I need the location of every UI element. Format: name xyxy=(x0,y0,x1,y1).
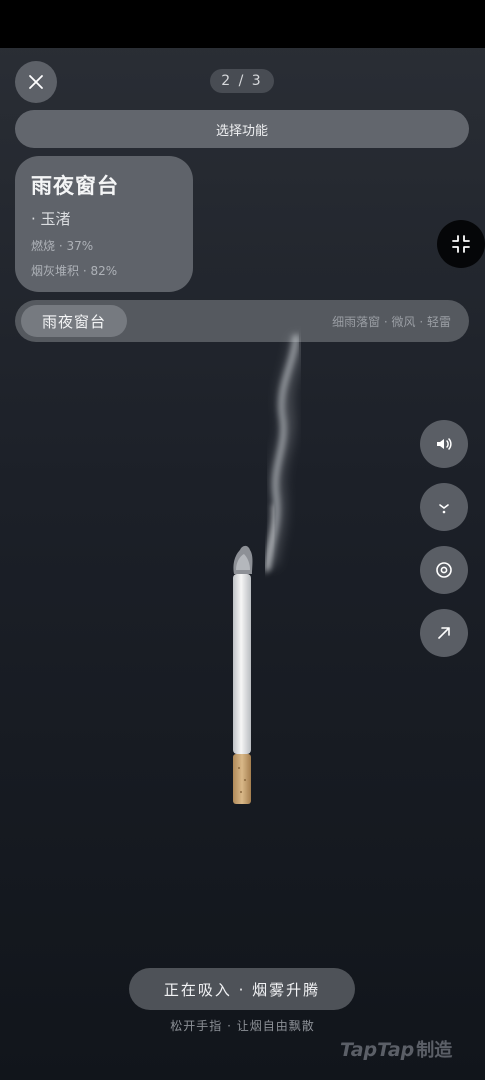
watermark-suffix: 制造 xyxy=(416,1040,453,1061)
select-function-button[interactable]: 选择功能 xyxy=(15,110,469,148)
scene-tags: 细雨落窗 · 微风 · 轻雷 xyxy=(332,315,451,329)
close-button[interactable] xyxy=(15,61,57,103)
release-hint: 松开手指 · 让烟自由飘散 xyxy=(170,1019,315,1033)
share-button[interactable] xyxy=(420,609,468,657)
taptap-watermark: TapTap 制造 xyxy=(340,1036,452,1062)
inhale-status[interactable]: 正在吸入 · 烟雾升腾 xyxy=(129,968,355,1010)
page-indicator: 2 / 3 xyxy=(210,69,274,93)
sound-button[interactable] xyxy=(420,420,468,468)
burn-stat: 燃烧 · 37% xyxy=(31,239,94,253)
ash-stat: 烟灰堆积 · 82% xyxy=(31,264,118,278)
scene-info-card: 雨夜窗台 · 玉渚 燃烧 · 37% 烟灰堆积 · 82% xyxy=(15,156,193,292)
collapse-icon xyxy=(451,234,471,254)
close-icon xyxy=(28,74,44,90)
ash-icon xyxy=(434,497,454,517)
speaker-icon xyxy=(434,434,454,454)
status-bar xyxy=(0,0,485,48)
target-icon xyxy=(434,560,454,580)
scene-selected-pill[interactable]: 雨夜窗台 xyxy=(21,305,127,337)
target-button[interactable] xyxy=(420,546,468,594)
collapse-button[interactable] xyxy=(437,220,485,268)
cigarette-illustration xyxy=(233,545,253,804)
ash-button[interactable] xyxy=(420,483,468,531)
watermark-brand: TapTap xyxy=(340,1039,415,1061)
brand-name: · 玉渚 xyxy=(31,210,71,228)
arrow-up-right-icon xyxy=(434,623,454,643)
select-function-label: 选择功能 xyxy=(215,123,268,139)
scene-title: 雨夜窗台 xyxy=(31,174,119,198)
inhale-status-label: 正在吸入 · 烟雾升腾 xyxy=(163,980,321,999)
